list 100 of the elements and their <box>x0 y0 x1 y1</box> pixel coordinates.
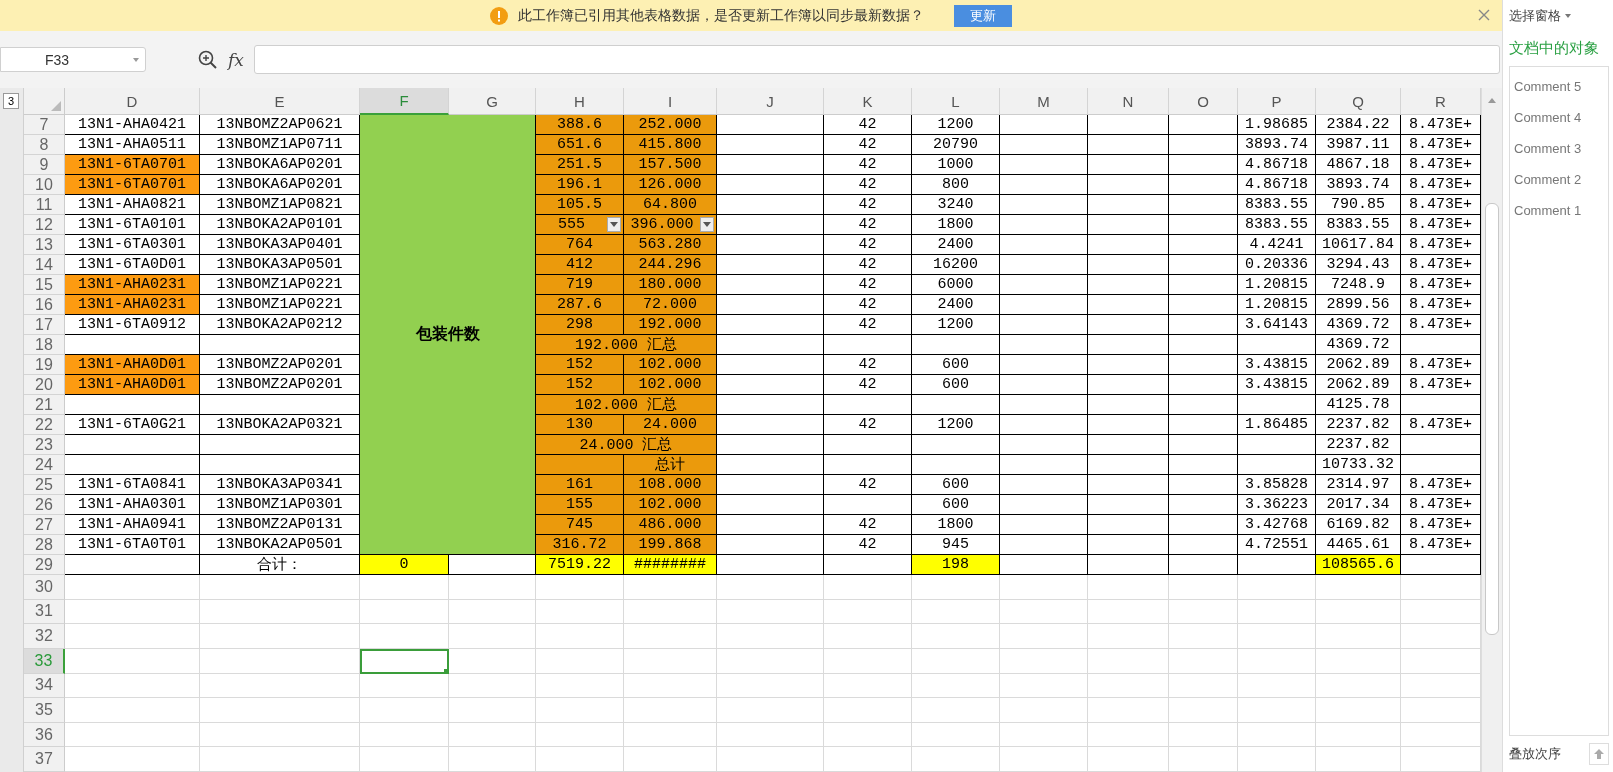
row-header[interactable]: 36 <box>24 722 65 748</box>
row-header[interactable]: 26 <box>24 495 65 515</box>
table-cell: 42 <box>824 295 912 315</box>
column-header[interactable]: D <box>65 88 200 115</box>
caret-icon[interactable] <box>1565 13 1571 18</box>
row-header[interactable]: 30 <box>24 575 65 600</box>
column-header[interactable]: O <box>1169 88 1238 115</box>
empty-cell <box>1169 648 1238 674</box>
name-box[interactable]: F33 <box>0 47 146 72</box>
row-header[interactable]: 18 <box>24 335 65 355</box>
row-header[interactable]: 22 <box>24 415 65 435</box>
cell-text: 396.000 <box>629 216 695 233</box>
row-header[interactable]: 25 <box>24 475 65 495</box>
select-all-icon[interactable] <box>51 101 61 111</box>
table-cell: 8383.55 <box>1316 215 1401 235</box>
row-header[interactable]: 34 <box>24 673 65 699</box>
row-header[interactable]: 9 <box>24 155 65 175</box>
row-header[interactable]: 24 <box>24 455 65 475</box>
column-header[interactable]: K <box>824 88 912 115</box>
table-cell: 3987.11 <box>1316 135 1401 155</box>
row-header[interactable]: 27 <box>24 515 65 535</box>
row-header[interactable]: 16 <box>24 295 65 315</box>
move-up-button[interactable] <box>1589 743 1609 765</box>
row-header[interactable]: 33 <box>24 648 65 674</box>
column-header[interactable]: R <box>1401 88 1481 115</box>
table-cell: 152 <box>536 355 624 375</box>
row-header[interactable]: 13 <box>24 235 65 255</box>
row-header[interactable]: 23 <box>24 435 65 455</box>
row-header[interactable]: 14 <box>24 255 65 275</box>
close-icon[interactable] <box>1478 9 1490 21</box>
table-cell: 1800 <box>912 515 1000 535</box>
table-cell: 2017.34 <box>1316 495 1401 515</box>
table-cell: 16200 <box>912 255 1000 275</box>
column-header[interactable]: I <box>624 88 717 115</box>
outline-level-button[interactable]: 3 <box>3 93 19 109</box>
table-cell: 1.98685 <box>1238 115 1316 135</box>
object-list-item[interactable]: Comment 5 <box>1510 71 1608 102</box>
row-header[interactable]: 11 <box>24 195 65 215</box>
row-header[interactable]: 8 <box>24 135 65 155</box>
table-cell: 42 <box>824 195 912 215</box>
table-cell: 161 <box>536 475 624 495</box>
dropdown-button[interactable] <box>607 217 621 232</box>
table-cell: 155 <box>536 495 624 515</box>
row-header[interactable]: 21 <box>24 395 65 415</box>
empty-cell <box>1169 475 1238 495</box>
table-cell: 251.5 <box>536 155 624 175</box>
row-header[interactable]: 20 <box>24 375 65 395</box>
table-cell: 10733.32 <box>1316 455 1401 475</box>
column-header[interactable]: H <box>536 88 624 115</box>
object-list-item[interactable]: Comment 4 <box>1510 102 1608 133</box>
row-header[interactable]: 10 <box>24 175 65 195</box>
column-header[interactable]: M <box>1000 88 1088 115</box>
column-header[interactable]: P <box>1238 88 1316 115</box>
row-header[interactable]: 37 <box>24 747 65 772</box>
scroll-up-icon[interactable] <box>1488 98 1496 103</box>
selected-cell[interactable] <box>360 648 449 674</box>
column-header[interactable]: F <box>360 88 449 115</box>
table-cell: 3893.74 <box>1238 135 1316 155</box>
row-header[interactable]: 12 <box>24 215 65 235</box>
merged-cell: 包装件数 <box>360 115 536 555</box>
row-header[interactable]: 29 <box>24 555 65 575</box>
table-cell: 13N1-AHA0231 <box>65 275 200 295</box>
row-header[interactable]: 19 <box>24 355 65 375</box>
table-cell: 13NBOKA2AP0321 <box>200 415 360 435</box>
object-list-item[interactable]: Comment 2 <box>1510 164 1608 195</box>
column-header[interactable]: N <box>1088 88 1169 115</box>
table-cell: 13N1-6TA0701 <box>65 175 200 195</box>
table-cell: 10617.84 <box>1316 235 1401 255</box>
object-list-item[interactable]: Comment 3 <box>1510 133 1608 164</box>
row-header[interactable]: 17 <box>24 315 65 335</box>
object-list-item[interactable]: Comment 1 <box>1510 195 1608 226</box>
row-header[interactable]: 7 <box>24 115 65 135</box>
column-header[interactable]: L <box>912 88 1000 115</box>
empty-cell <box>1169 175 1238 195</box>
table-cell: 13NBOMZ1AP0221 <box>200 295 360 315</box>
table-cell: 600 <box>912 495 1000 515</box>
column-header[interactable]: J <box>717 88 824 115</box>
row-header[interactable]: 32 <box>24 624 65 649</box>
column-header[interactable]: E <box>200 88 360 115</box>
vertical-scrollbar[interactable] <box>1481 88 1502 772</box>
update-button[interactable]: 更新 <box>954 4 1012 27</box>
column-header[interactable]: G <box>449 88 536 115</box>
table-cell: 42 <box>824 255 912 275</box>
zoom-icon[interactable] <box>198 49 218 70</box>
row-header[interactable]: 35 <box>24 698 65 723</box>
table-cell: 13N1-AHA0821 <box>65 195 200 215</box>
dropdown-button[interactable] <box>700 217 714 232</box>
table-cell: 13NBOKA3AP0501 <box>200 255 360 275</box>
empty-cell <box>1169 255 1238 275</box>
empty-cell <box>1169 335 1238 355</box>
function-label[interactable]: fx <box>228 49 244 70</box>
table-cell: 合计： <box>200 555 360 575</box>
scrollbar-thumb[interactable] <box>1485 203 1499 635</box>
table-cell: 72.000 <box>624 295 717 315</box>
table-cell: 3294.43 <box>1316 255 1401 275</box>
row-header[interactable]: 15 <box>24 275 65 295</box>
row-header[interactable]: 31 <box>24 599 65 625</box>
column-header[interactable]: Q <box>1316 88 1401 115</box>
row-header[interactable]: 28 <box>24 535 65 555</box>
formula-input[interactable] <box>253 45 1500 74</box>
